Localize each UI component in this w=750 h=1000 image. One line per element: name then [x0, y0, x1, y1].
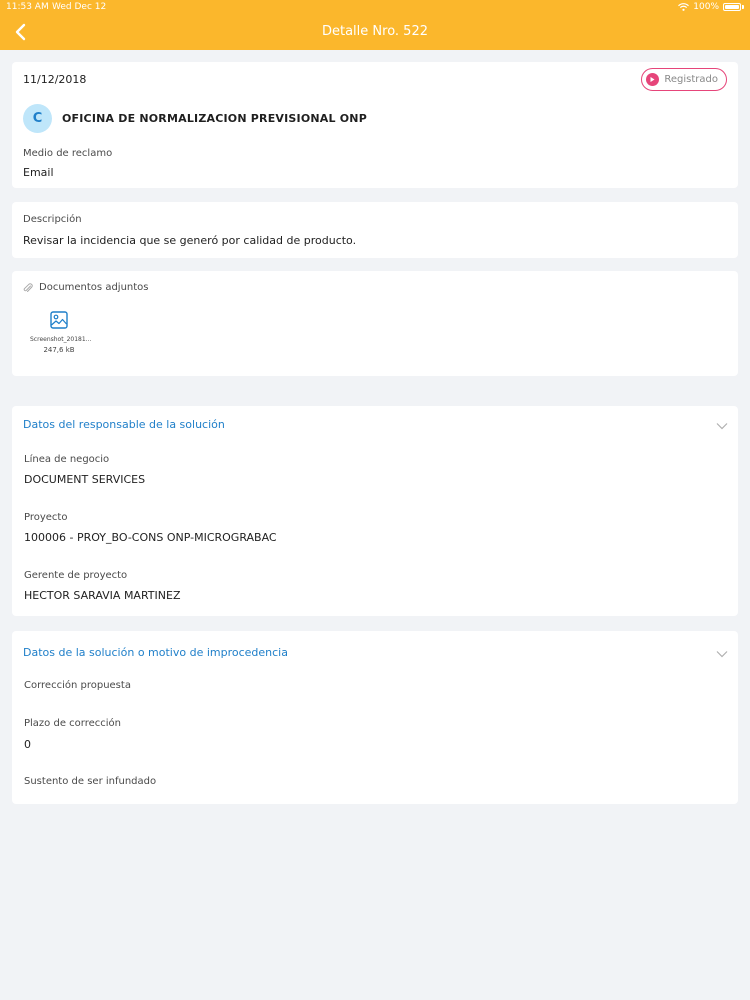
organization-name: OFICINA DE NORMALIZACION PREVISIONAL ONP — [62, 112, 367, 125]
solution-section-title: Datos de la solución o motivo de improce… — [23, 646, 288, 659]
solution-section-header[interactable]: Datos de la solución o motivo de improce… — [12, 631, 738, 669]
paperclip-icon — [23, 283, 33, 292]
status-date: Wed Dec 12 — [52, 2, 107, 12]
claim-medium-value: Email — [23, 166, 54, 179]
battery-percent: 100% — [693, 2, 719, 12]
business-line-label: Línea de negocio — [24, 454, 110, 465]
attachments-card: Documentos adjuntos Screenshot_20181... … — [12, 271, 738, 376]
chevron-down-icon — [716, 651, 728, 658]
image-file-icon — [50, 311, 68, 329]
proposed-correction-label: Corrección propuesta — [24, 680, 131, 691]
responsible-section: Datos del responsable de la solución Lín… — [12, 406, 738, 616]
status-label: Registrado — [664, 74, 718, 85]
description-text: Revisar la incidencia que se generó por … — [23, 234, 357, 247]
attachment-size: 247,6 kB — [43, 346, 75, 354]
navigation-bar: Detalle Nro. 522 — [0, 14, 750, 50]
status-badge: Registrado — [641, 68, 727, 91]
status-bar: 11:53 AM Wed Dec 12 100% — [0, 0, 750, 14]
claim-date: 11/12/2018 — [23, 73, 87, 86]
claim-header-card: 11/12/2018 Registrado C OFICINA DE NORMA… — [12, 62, 738, 188]
solution-section: Datos de la solución o motivo de improce… — [12, 631, 738, 804]
wifi-icon — [678, 3, 690, 11]
avatar: C — [23, 104, 52, 133]
business-line-value: DOCUMENT SERVICES — [24, 473, 146, 486]
project-value: 100006 - PROY_BO-CONS ONP-MICROGRABAC — [24, 531, 277, 544]
battery-icon — [723, 3, 741, 11]
page-title: Detalle Nro. 522 — [321, 24, 428, 39]
claim-medium-label: Medio de reclamo — [23, 148, 113, 159]
project-label: Proyecto — [24, 512, 68, 523]
correction-deadline-value: 0 — [24, 738, 31, 751]
unfounded-reason-label: Sustento de ser infundado — [24, 776, 157, 787]
responsible-section-header[interactable]: Datos del responsable de la solución — [12, 406, 738, 444]
status-right: 100% — [678, 0, 744, 14]
correction-deadline-label: Plazo de corrección — [24, 718, 121, 729]
project-manager-label: Gerente de proyecto — [24, 570, 128, 581]
status-icon — [646, 73, 660, 86]
status-time: 11:53 AM — [6, 2, 49, 12]
responsible-section-title: Datos del responsable de la solución — [23, 418, 225, 431]
battery-tip — [742, 5, 744, 9]
attachment-name: Screenshot_20181... — [30, 336, 92, 343]
attachment-file[interactable]: Screenshot_20181... 247,6 kB — [30, 311, 92, 354]
chevron-down-icon — [716, 423, 728, 430]
description-card: Descripción Revisar la incidencia que se… — [12, 202, 738, 258]
attachments-label: Documentos adjuntos — [39, 282, 149, 293]
description-label: Descripción — [23, 214, 82, 225]
project-manager-value: HECTOR SARAVIA MARTINEZ — [24, 589, 181, 602]
